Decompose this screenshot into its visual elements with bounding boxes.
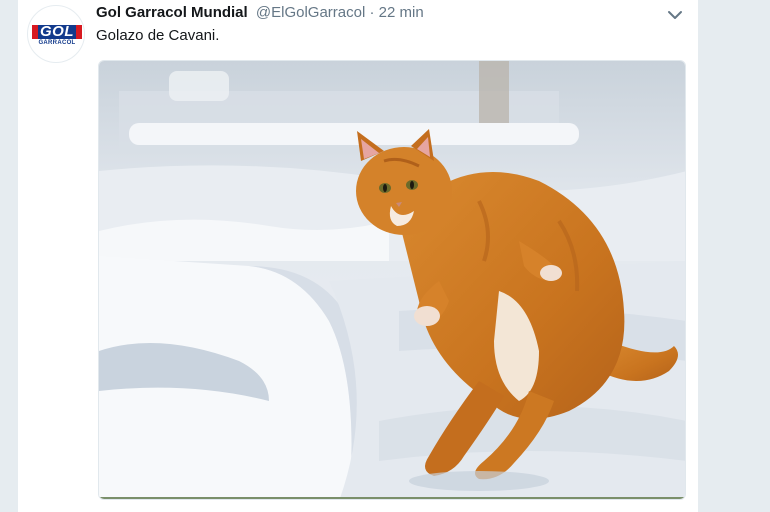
cat-jumping-in-snow-image xyxy=(99,61,685,499)
logo-subtext: GARRACOL xyxy=(38,40,76,46)
separator: · xyxy=(369,4,375,21)
chevron-down-icon[interactable] xyxy=(666,6,684,24)
tweet-header: Gol Garracol Mundial @ElGolGarracol · 22… xyxy=(96,4,424,21)
gol-garracol-logo: GOL GARRACOL xyxy=(32,21,82,49)
logo-text: GOL xyxy=(40,23,74,40)
display-name[interactable]: Gol Garracol Mundial xyxy=(96,4,248,21)
tweet-photo[interactable] xyxy=(98,60,686,500)
avatar[interactable]: GOL GARRACOL xyxy=(27,5,85,63)
tweet-card[interactable]: GOL GARRACOL Gol Garracol Mundial @ElGol… xyxy=(18,0,698,512)
timestamp[interactable]: 22 min xyxy=(379,4,424,21)
user-handle[interactable]: @ElGolGarracol xyxy=(256,4,365,21)
tweet-text: Golazo de Cavani. xyxy=(96,27,220,44)
